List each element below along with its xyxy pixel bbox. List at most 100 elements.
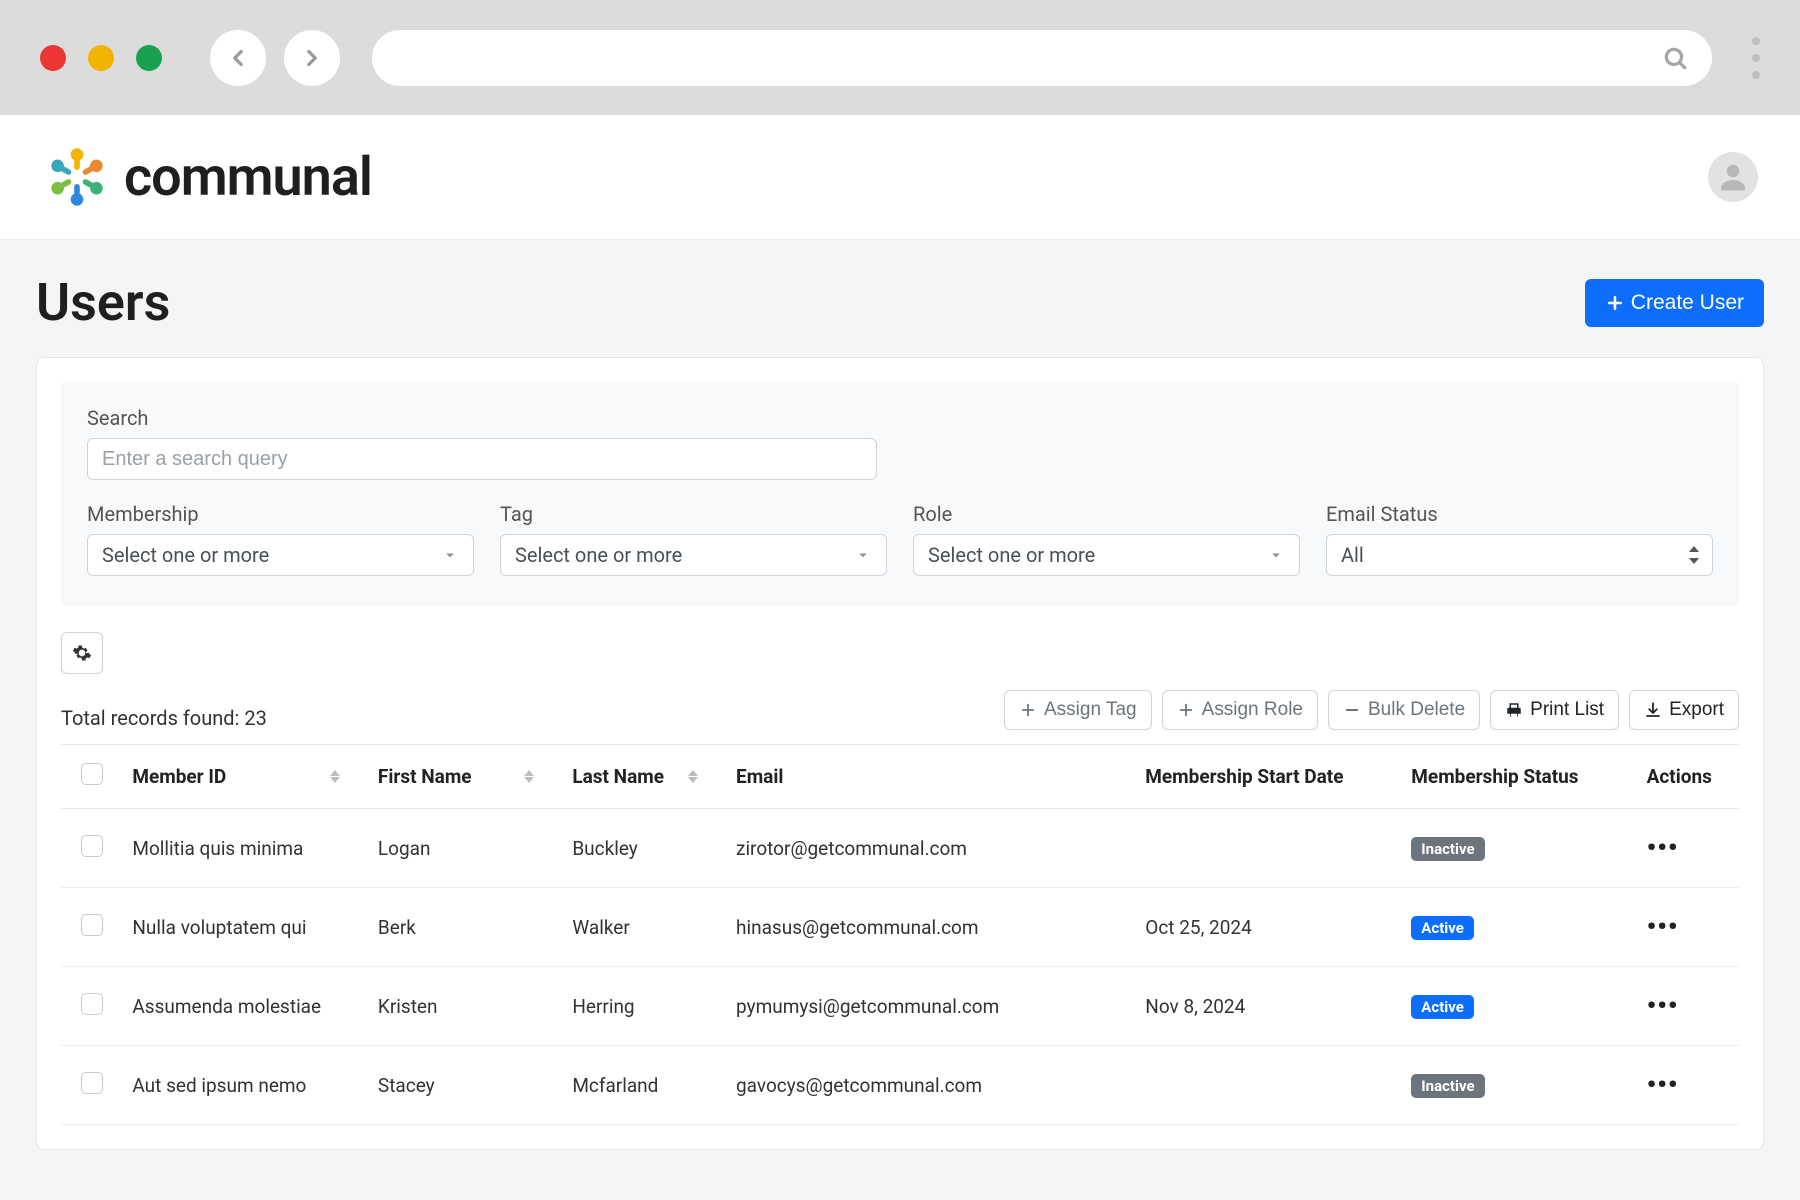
- brand-logo-icon: [42, 142, 112, 212]
- page-head: Users Create User: [36, 272, 1764, 333]
- plus-icon: [1019, 701, 1037, 719]
- cell-first-name: Berk: [368, 888, 562, 967]
- cell-member-id: Aut sed ipsum nemo: [122, 1046, 368, 1125]
- cell-email: gavocys@getcommunal.com: [726, 1046, 1135, 1125]
- col-header-email[interactable]: Email: [726, 745, 1135, 809]
- bulk-delete-label: Bulk Delete: [1368, 699, 1465, 721]
- cell-first-name: Stacey: [368, 1046, 562, 1125]
- cell-start-date: Oct 25, 2024: [1135, 888, 1401, 967]
- cell-actions: •••: [1637, 1046, 1739, 1125]
- membership-filter-placeholder: Select one or more: [102, 543, 269, 567]
- browser-url-bar[interactable]: [372, 30, 1712, 86]
- cell-member-id: Assumenda molestiae: [122, 967, 368, 1046]
- table-row: Mollitia quis minimaLoganBuckleyzirotor@…: [61, 809, 1739, 888]
- search-label: Search: [87, 406, 1713, 430]
- cell-member-id: Nulla voluptatem qui: [122, 888, 368, 967]
- membership-filter-select[interactable]: Select one or more: [87, 534, 474, 576]
- bulk-delete-button[interactable]: Bulk Delete: [1328, 690, 1480, 730]
- assign-role-label: Assign Role: [1202, 699, 1303, 721]
- role-filter-placeholder: Select one or more: [928, 543, 1095, 567]
- users-table: Member ID First Name Last Name Email Mem…: [61, 744, 1739, 1125]
- row-checkbox[interactable]: [81, 835, 103, 857]
- assign-tag-button[interactable]: Assign Tag: [1004, 690, 1152, 730]
- cell-first-name: Logan: [368, 809, 562, 888]
- cell-start-date: [1135, 809, 1401, 888]
- col-header-member-id[interactable]: Member ID: [122, 745, 368, 809]
- row-checkbox[interactable]: [81, 993, 103, 1015]
- print-list-button[interactable]: Print List: [1490, 690, 1619, 730]
- membership-filter-label: Membership: [87, 502, 474, 526]
- email-status-filter-select[interactable]: All: [1326, 534, 1713, 576]
- table-row: Assumenda molestiaeKristenHerringpymumys…: [61, 967, 1739, 1046]
- window-minimize-button[interactable]: [88, 45, 114, 71]
- brand-name: communal: [124, 146, 372, 209]
- col-header-first-name[interactable]: First Name: [368, 745, 562, 809]
- cell-status: Active: [1401, 888, 1636, 967]
- tag-filter-placeholder: Select one or more: [515, 543, 682, 567]
- create-user-label: Create User: [1631, 291, 1744, 315]
- assign-tag-label: Assign Tag: [1044, 699, 1137, 721]
- col-header-start-date[interactable]: Membership Start Date: [1135, 745, 1401, 809]
- cell-actions: •••: [1637, 809, 1739, 888]
- cell-status: Inactive: [1401, 809, 1636, 888]
- sort-icon: [524, 770, 534, 783]
- table-header-row: Member ID First Name Last Name Email Mem…: [61, 745, 1739, 809]
- table-row: Nulla voluptatem quiBerkWalkerhinasus@ge…: [61, 888, 1739, 967]
- row-checkbox[interactable]: [81, 1072, 103, 1094]
- table-row: Aut sed ipsum nemoStaceyMcfarlandgavocys…: [61, 1046, 1739, 1125]
- create-user-button[interactable]: Create User: [1585, 279, 1764, 327]
- app-header: communal: [0, 115, 1800, 240]
- select-all-checkbox[interactable]: [81, 763, 103, 785]
- print-list-label: Print List: [1530, 699, 1604, 721]
- cell-first-name: Kristen: [368, 967, 562, 1046]
- cell-status: Inactive: [1401, 1046, 1636, 1125]
- row-actions-menu[interactable]: •••: [1647, 912, 1679, 942]
- col-header-actions: Actions: [1637, 745, 1739, 809]
- records-count: 23: [244, 706, 266, 730]
- cell-email: hinasus@getcommunal.com: [726, 888, 1135, 967]
- role-filter-label: Role: [913, 502, 1300, 526]
- chevron-down-icon: [441, 546, 459, 564]
- role-filter-select[interactable]: Select one or more: [913, 534, 1300, 576]
- search-input[interactable]: [87, 438, 877, 480]
- browser-back-button[interactable]: [210, 30, 266, 86]
- status-badge: Active: [1411, 995, 1474, 1019]
- browser-forward-button[interactable]: [284, 30, 340, 86]
- assign-role-button[interactable]: Assign Role: [1162, 690, 1318, 730]
- chevron-down-icon: [1267, 546, 1285, 564]
- user-avatar[interactable]: [1708, 152, 1758, 202]
- brand[interactable]: communal: [42, 142, 372, 212]
- cell-actions: •••: [1637, 888, 1739, 967]
- window-close-button[interactable]: [40, 45, 66, 71]
- plus-icon: [1605, 293, 1625, 313]
- cell-status: Active: [1401, 967, 1636, 1046]
- tag-filter-label: Tag: [500, 502, 887, 526]
- users-card: Search Membership Select one or more Tag…: [36, 357, 1764, 1150]
- col-header-status[interactable]: Membership Status: [1401, 745, 1636, 809]
- arrow-right-icon: [299, 45, 325, 71]
- browser-menu-button[interactable]: [1752, 37, 1760, 79]
- table-settings-button[interactable]: [61, 632, 103, 674]
- window-controls: [40, 45, 162, 71]
- page-body: Users Create User Search Membership Sele…: [0, 240, 1800, 1200]
- person-icon: [1715, 159, 1751, 195]
- col-header-last-name[interactable]: Last Name: [562, 745, 726, 809]
- export-button[interactable]: Export: [1629, 690, 1739, 730]
- cell-last-name: Mcfarland: [562, 1046, 726, 1125]
- row-actions-menu[interactable]: •••: [1647, 1070, 1679, 1100]
- records-label: Total records found:: [61, 706, 244, 730]
- cell-start-date: [1135, 1046, 1401, 1125]
- table-toolbar: Total records found: 23 Assign Tag Assig…: [61, 632, 1739, 730]
- cell-last-name: Walker: [562, 888, 726, 967]
- row-actions-menu[interactable]: •••: [1647, 991, 1679, 1021]
- tag-filter-select[interactable]: Select one or more: [500, 534, 887, 576]
- row-actions-menu[interactable]: •••: [1647, 833, 1679, 863]
- page-title: Users: [36, 272, 170, 333]
- records-found: Total records found: 23: [61, 706, 267, 730]
- export-label: Export: [1669, 699, 1724, 721]
- cell-actions: •••: [1637, 967, 1739, 1046]
- sort-icon: [330, 770, 340, 783]
- row-checkbox[interactable]: [81, 914, 103, 936]
- status-badge: Inactive: [1411, 837, 1484, 861]
- window-maximize-button[interactable]: [136, 45, 162, 71]
